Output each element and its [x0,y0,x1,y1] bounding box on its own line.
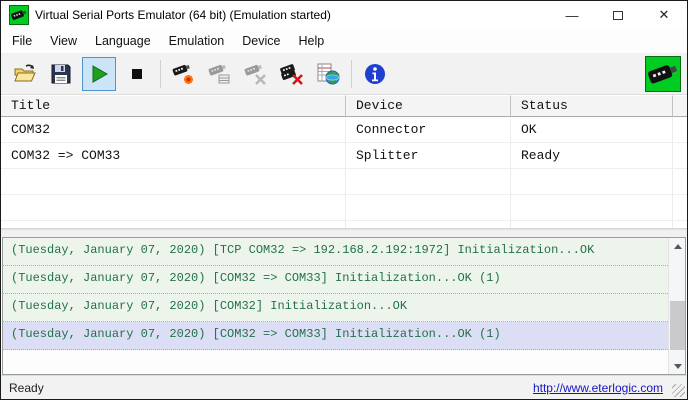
reconfigure-device-icon [208,62,232,86]
toolbar-separator [160,60,161,88]
menu-item-emulation[interactable]: Emulation [160,31,234,51]
header-cell-device[interactable]: Device [346,95,511,117]
cell-title: COM32 [1,117,346,142]
toolbar [1,53,687,95]
window-controls: — ✕ [549,1,687,29]
log-entries: (Tuesday, January 07, 2020) [TCP COM32 =… [3,238,668,374]
log-entry-selected[interactable]: (Tuesday, January 07, 2020) [COM32 => CO… [3,322,668,350]
menu-item-help[interactable]: Help [289,31,333,51]
table-row-empty [1,195,687,221]
table-row[interactable]: COM32 => COM33 Splitter Ready [1,143,687,169]
header-cell-status[interactable]: Status [511,95,673,117]
info-icon [363,62,387,86]
log-entry[interactable]: (Tuesday, January 07, 2020) [COM32] Init… [3,294,668,322]
open-folder-icon [13,62,37,86]
maximize-icon [613,11,623,20]
scroll-thumb[interactable] [670,301,685,350]
create-device-button[interactable] [169,59,199,89]
table-row-empty [1,169,687,195]
save-icon [49,62,73,86]
cell-device: Connector [346,117,511,142]
save-button[interactable] [46,59,76,89]
log-panel: (Tuesday, January 07, 2020) [TCP COM32 =… [2,237,686,375]
reconfigure-device-button[interactable] [205,59,235,89]
app-window: Virtual Serial Ports Emulator (64 bit) (… [0,0,688,400]
log-scrollbar[interactable] [668,238,685,374]
title-bar: Virtual Serial Ports Emulator (64 bit) (… [1,1,687,29]
cell-title: COM32 => COM33 [1,143,346,168]
header-cell-title[interactable]: Title [1,95,346,117]
menu-item-device[interactable]: Device [233,31,289,51]
device-list-button[interactable] [313,59,343,89]
close-icon: ✕ [659,7,670,23]
scroll-up-button[interactable] [669,238,686,254]
website-link[interactable]: http://www.eterlogic.com [533,381,663,395]
about-button[interactable] [360,59,390,89]
delete-device-icon [244,62,268,86]
maximize-button[interactable] [595,1,641,29]
table-header: Title Device Status [1,95,687,117]
cell-status: Ready [511,143,673,168]
menu-item-language[interactable]: Language [86,31,160,51]
splitter[interactable] [1,229,687,237]
resize-grip[interactable] [672,384,685,397]
log-entry[interactable]: (Tuesday, January 07, 2020) [TCP COM32 =… [3,238,668,266]
chevron-down-icon [674,364,682,369]
app-icon [9,5,29,25]
menu-bar: File View Language Emulation Device Help [1,29,687,53]
status-text: Ready [1,381,533,395]
close-button[interactable]: ✕ [641,1,687,29]
menu-item-view[interactable]: View [41,31,86,51]
menu-item-file[interactable]: File [3,31,41,51]
status-bar: Ready http://www.eterlogic.com [1,375,687,399]
app-logo [645,56,681,92]
create-device-icon [172,62,196,86]
toolbar-separator [351,60,352,88]
delete-device-button[interactable] [241,59,271,89]
minimize-icon: — [566,8,579,23]
delete-all-devices-button[interactable] [277,59,307,89]
play-icon [87,62,111,86]
chevron-up-icon [674,244,682,249]
header-cell-stub [673,95,687,117]
stop-icon [125,62,149,86]
table-row-empty [1,221,687,229]
scroll-down-button[interactable] [669,358,686,374]
stop-emulation-button[interactable] [122,59,152,89]
device-table: Title Device Status COM32 Connector OK C… [1,95,687,229]
table-row[interactable]: COM32 Connector OK [1,117,687,143]
cell-device: Splitter [346,143,511,168]
device-list-globe-icon [316,62,340,86]
delete-all-devices-icon [280,62,304,86]
open-button[interactable] [10,59,40,89]
cell-status: OK [511,117,673,142]
start-emulation-button[interactable] [82,57,116,91]
window-title: Virtual Serial Ports Emulator (64 bit) (… [35,8,549,22]
minimize-button[interactable]: — [549,1,595,29]
log-entry[interactable]: (Tuesday, January 07, 2020) [COM32 => CO… [3,266,668,294]
